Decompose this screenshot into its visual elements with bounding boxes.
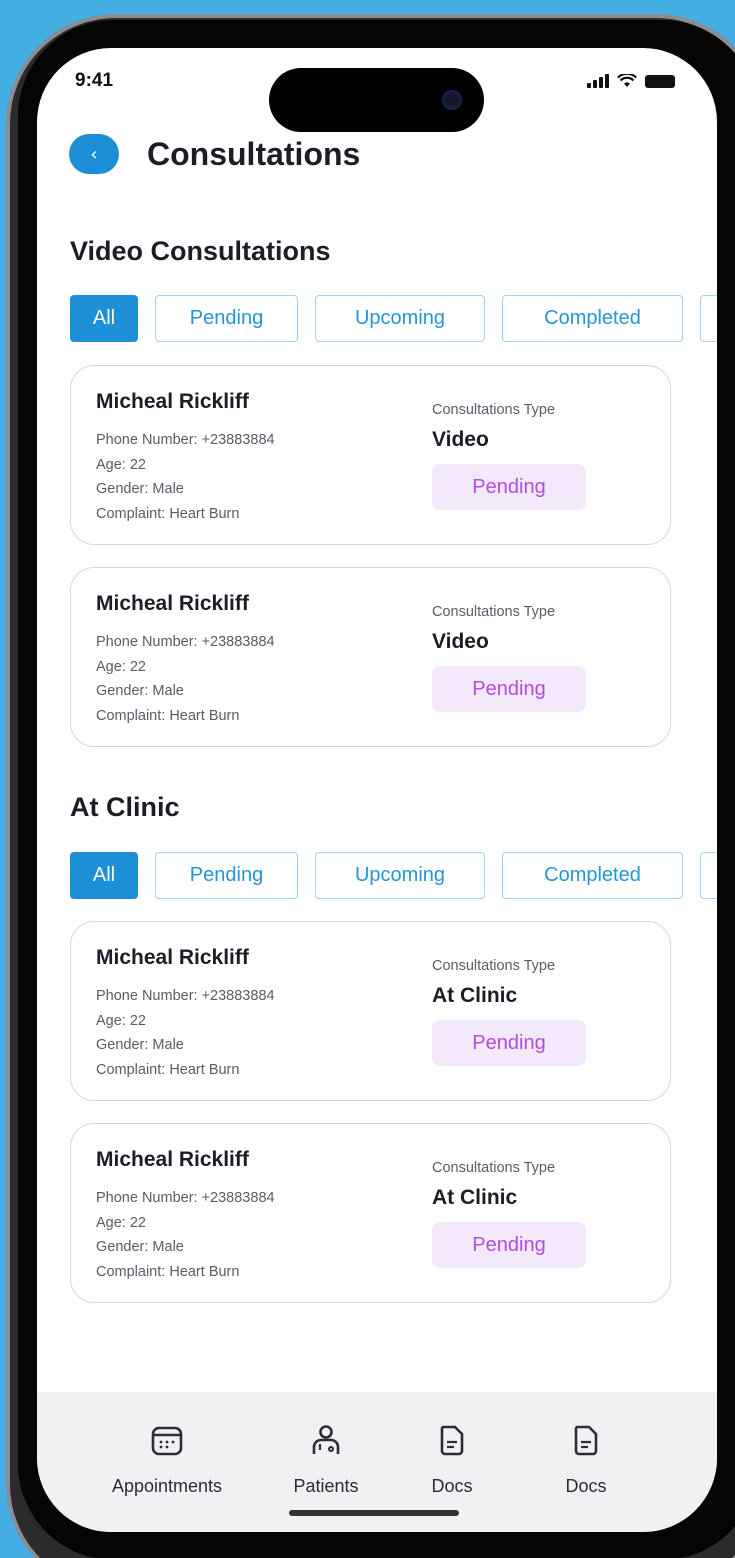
header: ‹ Consultations xyxy=(69,134,360,174)
nav-label-docs: Docs xyxy=(431,1476,473,1496)
wifi-icon xyxy=(617,74,637,87)
consultation-type-value: Video xyxy=(432,630,489,653)
home-indicator xyxy=(289,1510,459,1516)
gender: Gender: Male xyxy=(96,1037,184,1053)
consultation-type-label: Consultations Type xyxy=(432,604,556,620)
calendar-icon xyxy=(147,1420,187,1460)
nav-item-patients[interactable]: Patients xyxy=(271,1420,381,1497)
patient-details: Phone Number: +23883884 Age: 22 Gender: … xyxy=(96,630,275,728)
complaint: Complaint: Heart Burn xyxy=(96,1061,240,1078)
gender: Gender: Male xyxy=(96,1239,184,1255)
patient-name: Micheal Rickliff xyxy=(96,592,249,615)
section-title-video: Video Consultations xyxy=(70,236,331,266)
consultation-type-value: Video xyxy=(432,428,489,451)
patients-icon xyxy=(306,1420,346,1460)
filter-upcoming[interactable]: Upcoming xyxy=(315,852,485,899)
consultation-type-value: At Clinic xyxy=(432,1186,518,1209)
document-icon xyxy=(432,1420,472,1460)
consultation-card[interactable]: Micheal Rickliff Phone Number: +23883884… xyxy=(70,1123,671,1303)
filter-more[interactable] xyxy=(700,852,717,899)
complaint: Complaint: Heart Burn xyxy=(96,1263,240,1280)
page-title: Consultations xyxy=(147,135,361,172)
status-badge: Pending xyxy=(432,666,586,712)
status-badge: Pending xyxy=(432,464,586,510)
filter-all[interactable]: All xyxy=(70,295,138,342)
complaint: Complaint: Heart Burn xyxy=(96,707,240,724)
phone-number: Phone Number: +23883884 xyxy=(96,1190,275,1206)
patient-name: Micheal Rickliff xyxy=(96,946,249,969)
age: Age: 22 xyxy=(96,456,146,473)
status-badge: Pending xyxy=(432,1020,586,1066)
consultation-card[interactable]: Micheal Rickliff Phone Number: +23883884… xyxy=(70,567,671,747)
camera-icon xyxy=(442,90,462,110)
consultation-type-value: At Clinic xyxy=(432,984,518,1007)
nav-item-appointments[interactable]: Appointments xyxy=(87,1420,247,1497)
app-screen: 9:41 ‹ Consultations Video Consultations… xyxy=(37,48,717,1532)
status-badge: Pending xyxy=(432,1222,586,1268)
filter-row-video: All Pending Upcoming Completed xyxy=(70,295,717,342)
consultation-type-label: Consultations Type xyxy=(432,402,556,418)
consultation-card[interactable]: Micheal Rickliff Phone Number: +23883884… xyxy=(70,921,671,1101)
status-icons xyxy=(587,74,675,88)
consultation-type-label: Consultations Type xyxy=(432,958,556,974)
phone-number: Phone Number: +23883884 xyxy=(96,988,275,1004)
document-icon xyxy=(566,1420,606,1460)
filter-completed[interactable]: Completed xyxy=(502,852,683,899)
patient-details: Phone Number: +23883884 Age: 22 Gender: … xyxy=(96,1186,275,1284)
age: Age: 22 xyxy=(96,1012,146,1029)
complaint: Complaint: Heart Burn xyxy=(96,505,240,522)
consultation-type-label: Consultations Type xyxy=(432,1160,556,1176)
phone-number: Phone Number: +23883884 xyxy=(96,432,275,448)
chevron-left-icon: ‹ xyxy=(90,143,98,165)
patient-name: Micheal Rickliff xyxy=(96,1148,249,1171)
gender: Gender: Male xyxy=(96,683,184,699)
consultation-card[interactable]: Micheal Rickliff Phone Number: +23883884… xyxy=(70,365,671,545)
patient-name: Micheal Rickliff xyxy=(96,390,249,413)
age: Age: 22 xyxy=(96,1214,146,1231)
section-title-clinic: At Clinic xyxy=(70,792,180,822)
filter-pending[interactable]: Pending xyxy=(155,852,298,899)
nav-label-docs-2: Docs xyxy=(565,1476,607,1496)
patient-details: Phone Number: +23883884 Age: 22 Gender: … xyxy=(96,428,275,526)
filter-all[interactable]: All xyxy=(70,852,138,899)
dynamic-island xyxy=(269,68,484,132)
gender: Gender: Male xyxy=(96,481,184,497)
patient-details: Phone Number: +23883884 Age: 22 Gender: … xyxy=(96,984,275,1082)
nav-label-appointments: Appointments xyxy=(111,1476,223,1496)
nav-label-patients: Patients xyxy=(293,1476,359,1496)
filter-more[interactable] xyxy=(700,295,717,342)
back-button[interactable]: ‹ xyxy=(69,134,119,174)
signal-icon xyxy=(587,74,609,88)
phone-number: Phone Number: +23883884 xyxy=(96,634,275,650)
age: Age: 22 xyxy=(96,658,146,675)
nav-item-docs[interactable]: Docs xyxy=(407,1420,497,1497)
battery-icon xyxy=(645,74,675,88)
filter-completed[interactable]: Completed xyxy=(502,295,683,342)
filter-pending[interactable]: Pending xyxy=(155,295,298,342)
status-time: 9:41 xyxy=(75,70,114,91)
filter-upcoming[interactable]: Upcoming xyxy=(315,295,485,342)
nav-item-docs-2[interactable]: Docs xyxy=(541,1420,631,1497)
filter-row-clinic: All Pending Upcoming Completed xyxy=(70,852,717,899)
